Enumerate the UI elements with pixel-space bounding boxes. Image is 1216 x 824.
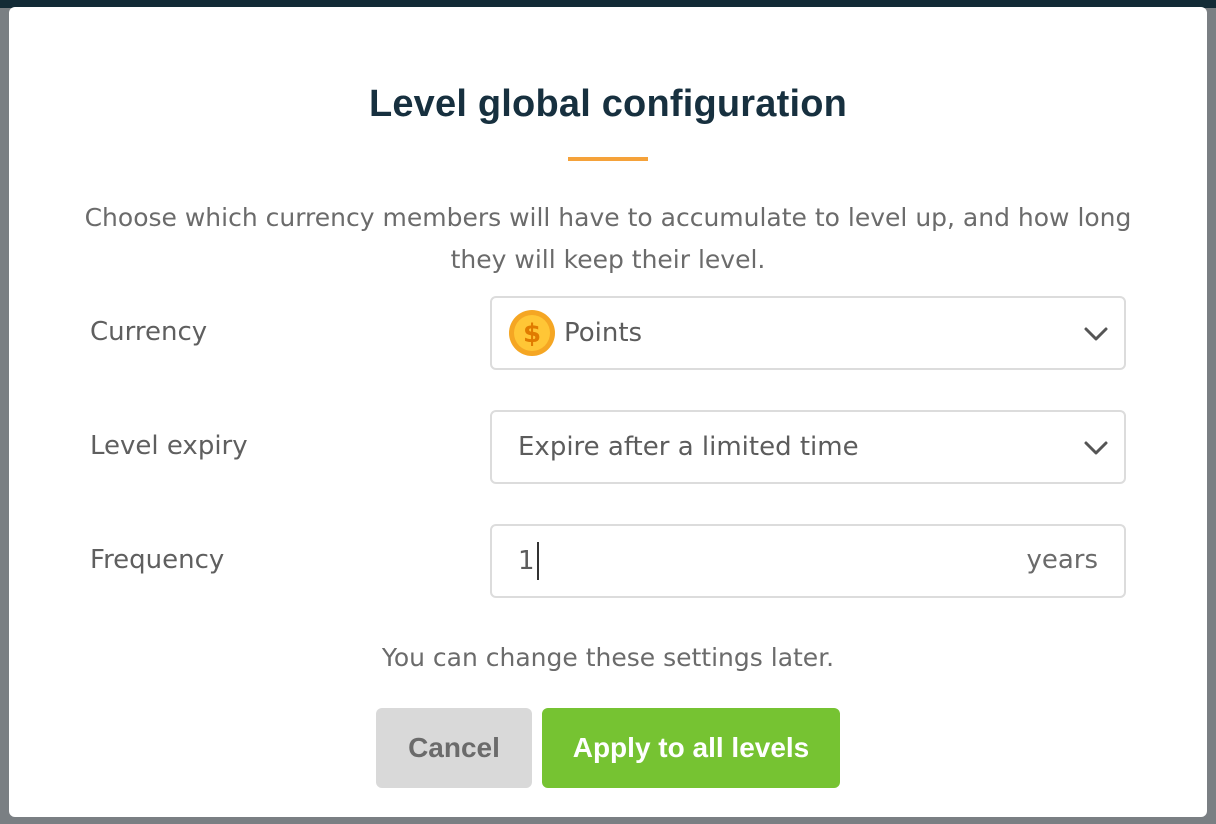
currency-label: Currency <box>90 317 208 347</box>
frequency-value: 1 <box>518 546 535 576</box>
apply-to-all-levels-button[interactable]: Apply to all levels <box>542 708 840 788</box>
frequency-unit: years <box>1026 545 1098 575</box>
level-expiry-label: Level expiry <box>90 431 248 461</box>
level-expiry-select[interactable]: Expire after a limited time <box>490 410 1126 484</box>
cancel-button[interactable]: Cancel <box>376 708 532 788</box>
level-expiry-value: Expire after a limited time <box>518 432 859 462</box>
frequency-label: Frequency <box>90 545 225 575</box>
dialog-title: Level global configuration <box>368 83 848 125</box>
svg-text:$: $ <box>523 319 541 349</box>
settings-note: You can change these settings later. <box>381 643 835 672</box>
text-cursor <box>536 542 539 580</box>
currency-select[interactable]: $ Points <box>490 296 1126 370</box>
chevron-down-icon <box>1084 441 1108 455</box>
chevron-down-icon <box>1084 327 1108 341</box>
title-underline <box>568 157 648 161</box>
dialog-description: Choose which currency members will have … <box>84 203 1132 274</box>
coin-icon: $ <box>509 310 555 356</box>
level-config-dialog: Level global configuration Choose which … <box>9 7 1207 817</box>
frequency-input[interactable]: 1 years <box>490 524 1126 598</box>
currency-value: Points <box>564 318 643 348</box>
